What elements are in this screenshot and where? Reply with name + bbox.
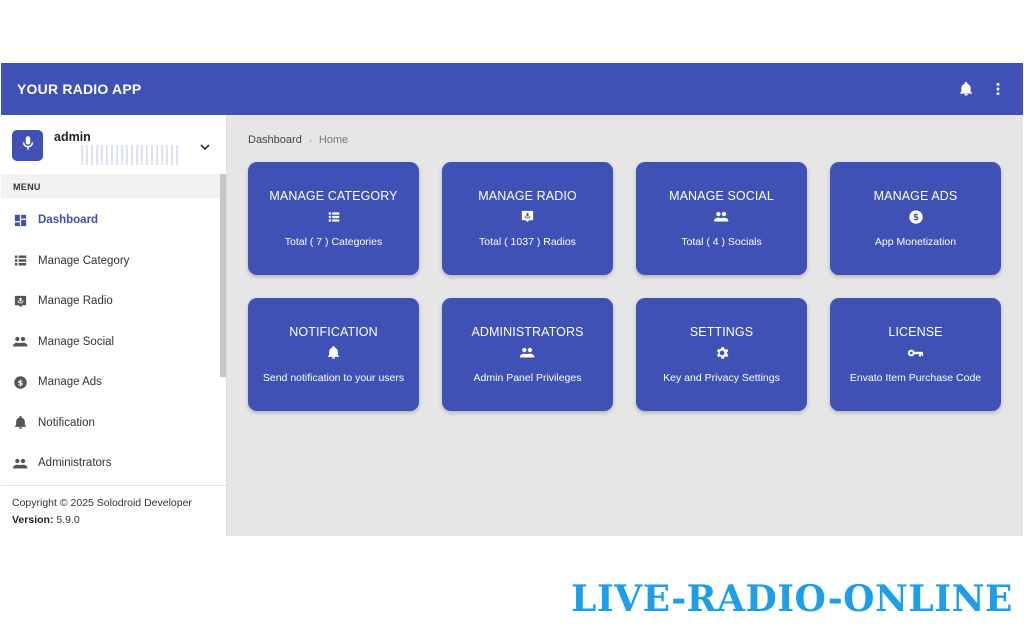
microphone-icon (19, 134, 37, 157)
user-email-blurred (81, 145, 181, 165)
bell-icon[interactable] (956, 79, 976, 99)
sidebar: admin MENU Dashboard Manage Category Man… (1, 115, 227, 536)
sidebar-item-manage-social[interactable]: Manage Social (1, 322, 221, 363)
card-desc: Envato Item Purchase Code (849, 372, 982, 384)
breadcrumb-root[interactable]: Dashboard (248, 134, 302, 146)
list-icon (12, 252, 29, 269)
card-title: MANAGE SOCIAL (669, 189, 774, 203)
gear-icon (713, 344, 730, 361)
people-icon (713, 208, 730, 225)
watermark-logo: LIVE-RADIO-ONLINE (571, 578, 1013, 620)
radio-icon (12, 293, 29, 310)
version-value: 5.9.0 (56, 514, 80, 526)
sidebar-item-label: Manage Radio (38, 295, 113, 308)
card-notification[interactable]: NOTIFICATION Send notification to your u… (248, 298, 419, 411)
app-title: YOUR RADIO APP (17, 81, 142, 97)
sidebar-item-manage-ads[interactable]: $ Manage Ads (1, 362, 221, 403)
card-title: LICENSE (888, 325, 943, 339)
card-desc: Total ( 7 ) Categories (284, 236, 383, 248)
bell-icon (12, 414, 29, 431)
sidebar-footer: Copyright © 2025 Solodroid Developer Ver… (1, 485, 227, 536)
bell-icon (325, 344, 342, 361)
sidebar-item-notification[interactable]: Notification (1, 403, 221, 444)
svg-text:$: $ (912, 213, 918, 223)
top-app-bar: YOUR RADIO APP (1, 63, 1023, 115)
avatar (12, 130, 43, 161)
card-title: NOTIFICATION (289, 325, 378, 339)
version-label: Version: (12, 514, 54, 526)
card-desc: Total ( 1037 ) Radios (479, 236, 576, 248)
sidebar-item-label: Manage Social (38, 335, 115, 348)
sidebar-item-label: Manage Ads (38, 376, 102, 389)
chevron-down-icon[interactable] (197, 139, 213, 155)
card-desc: Send notification to your users (262, 372, 405, 384)
card-manage-radio[interactable]: MANAGE RADIO Total ( 1037 ) Radios (442, 162, 613, 275)
card-manage-category[interactable]: MANAGE CATEGORY Total ( 7 ) Categories (248, 162, 419, 275)
version-text: Version: 5.9.0 (12, 512, 227, 529)
main-content: Dashboard › Home MANAGE CATEGORY Total (… (227, 115, 1023, 536)
card-manage-social[interactable]: MANAGE SOCIAL Total ( 4 ) Socials (636, 162, 807, 275)
dollar-icon: $ (12, 374, 29, 391)
copyright-text: Copyright © 2025 Solodroid Developer (12, 497, 192, 509)
admin-app: YOUR RADIO APP admin MENU Dashboard Mana… (1, 63, 1023, 536)
people-icon (519, 344, 536, 361)
breadcrumb: Dashboard › Home (248, 134, 348, 146)
sidebar-nav: Dashboard Manage Category Manage Radio M… (1, 200, 221, 484)
card-manage-ads[interactable]: MANAGE ADS $ App Monetization (830, 162, 1001, 275)
radio-icon (519, 208, 536, 225)
card-title: MANAGE CATEGORY (269, 189, 398, 203)
card-title: MANAGE ADS (873, 189, 958, 203)
sidebar-item-label: Administrators (38, 457, 112, 470)
sidebar-item-label: Manage Category (38, 254, 130, 267)
card-license[interactable]: LICENSE Envato Item Purchase Code (830, 298, 1001, 411)
card-desc: Admin Panel Privileges (473, 372, 582, 384)
sidebar-item-label: Dashboard (38, 214, 99, 227)
card-title: SETTINGS (689, 325, 754, 339)
dashboard-icon (12, 212, 29, 229)
key-icon (907, 344, 924, 361)
card-title: MANAGE RADIO (478, 189, 577, 203)
card-desc: Total ( 4 ) Socials (681, 236, 762, 248)
list-icon (325, 208, 342, 225)
card-title: ADMINISTRATORS (471, 325, 584, 339)
user-name: admin (54, 130, 91, 144)
card-desc: Key and Privacy Settings (663, 372, 780, 384)
sidebar-item-manage-radio[interactable]: Manage Radio (1, 281, 221, 322)
sidebar-item-administrators[interactable]: Administrators (1, 443, 221, 484)
more-vertical-icon[interactable] (988, 79, 1008, 99)
people-icon (12, 455, 29, 472)
dollar-icon: $ (907, 208, 924, 225)
svg-text:$: $ (18, 377, 24, 387)
chevron-right-icon: › (308, 135, 312, 145)
menu-header: MENU (1, 174, 221, 198)
card-administrators[interactable]: ADMINISTRATORS Admin Panel Privileges (442, 298, 613, 411)
card-settings[interactable]: SETTINGS Key and Privacy Settings (636, 298, 807, 411)
card-desc: App Monetization (874, 236, 957, 248)
sidebar-item-dashboard[interactable]: Dashboard (1, 200, 221, 241)
sidebar-item-label: Notification (38, 416, 95, 429)
user-panel[interactable]: admin (1, 115, 227, 174)
breadcrumb-current: Home (318, 134, 349, 146)
people-icon (12, 333, 29, 350)
sidebar-item-manage-category[interactable]: Manage Category (1, 241, 221, 282)
